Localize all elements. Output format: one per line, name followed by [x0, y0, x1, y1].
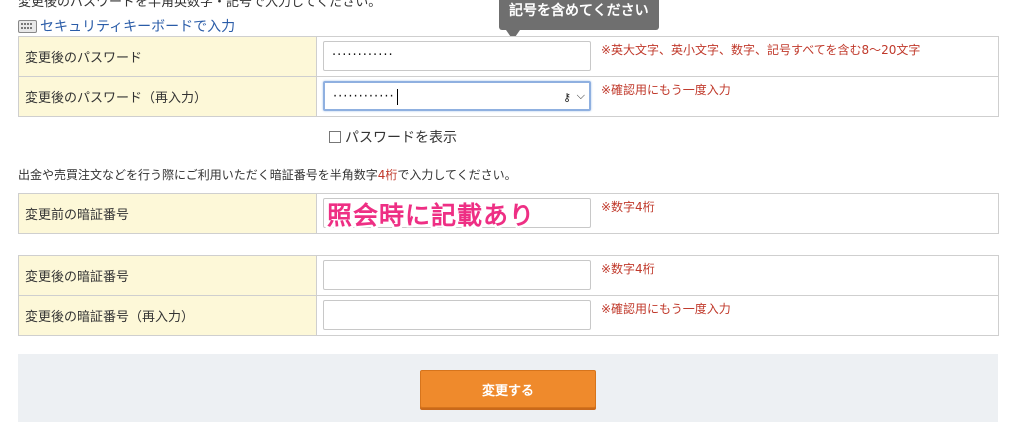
- new-pin-note: ※数字4桁: [601, 262, 655, 276]
- security-keyboard-label: セキュリティキーボードで入力: [40, 19, 236, 35]
- submit-button[interactable]: 変更する: [420, 370, 596, 408]
- overlay-annotation: 照会時に記載あり: [327, 201, 536, 230]
- password-table: 変更後のパスワード ············ ※英大文字、英小文字、数字、記号す…: [18, 36, 999, 117]
- table-row: 変更後の暗証番号（再入力） ※確認用にもう一度入力: [18, 295, 999, 336]
- show-password-label: パスワードを表示: [345, 130, 457, 146]
- new-pin-input[interactable]: [323, 260, 591, 290]
- confirm-note: ※確認用にもう一度入力: [601, 83, 731, 97]
- show-password-checkbox[interactable]: [329, 131, 341, 143]
- chevron-down-icon[interactable]: ⌵: [577, 89, 585, 103]
- new-pin-label: 変更後の暗証番号: [18, 255, 317, 296]
- tooltip: 記号を含めてください: [499, 0, 659, 30]
- instruction-text: 変更後のパスワードを半角英数字・記号で入力してください。: [18, 0, 382, 10]
- pin-digits-highlight: 4桁: [377, 168, 398, 182]
- confirm-pin-label: 変更後の暗証番号（再入力）: [18, 295, 317, 336]
- confirm-pin-note: ※確認用にもう一度入力: [601, 302, 731, 316]
- pin-description: 出金や売買注文などを行う際にご利用いただく暗証番号を半角数字4桁で入力してくださ…: [18, 168, 517, 182]
- new-password-label: 変更後のパスワード: [18, 36, 317, 77]
- text-caret: [396, 89, 398, 105]
- show-password-toggle[interactable]: パスワードを表示: [329, 127, 457, 147]
- new-pin-table: 変更後の暗証番号 ※数字4桁 変更後の暗証番号（再入力） ※確認用にもう一度入力: [18, 255, 999, 336]
- current-pin-label: 変更前の暗証番号: [18, 193, 317, 234]
- current-pin-note: ※数字4桁: [601, 200, 655, 214]
- confirm-pin-input[interactable]: [323, 300, 591, 330]
- security-keyboard-link[interactable]: セキュリティキーボードで入力: [18, 16, 235, 36]
- key-icon[interactable]: ⚷: [563, 91, 571, 104]
- password-dots: ············: [333, 89, 395, 105]
- password-dots: ············: [332, 48, 394, 63]
- confirm-password-input[interactable]: ············ ⚷ ⌵: [323, 81, 591, 111]
- confirm-password-label: 変更後のパスワード（再入力）: [18, 76, 317, 117]
- new-password-input[interactable]: ············: [323, 41, 591, 71]
- table-row: 変更後のパスワード（再入力） ············ ⚷ ⌵ ※確認用にもう一…: [18, 76, 999, 117]
- password-rule-note: ※英大文字、英小文字、数字、記号すべてを含む8〜20文字: [601, 43, 921, 57]
- table-row: 変更後のパスワード ············ ※英大文字、英小文字、数字、記号す…: [18, 36, 999, 77]
- table-row: 変更後の暗証番号 ※数字4桁: [18, 255, 999, 296]
- keyboard-icon: [18, 19, 37, 33]
